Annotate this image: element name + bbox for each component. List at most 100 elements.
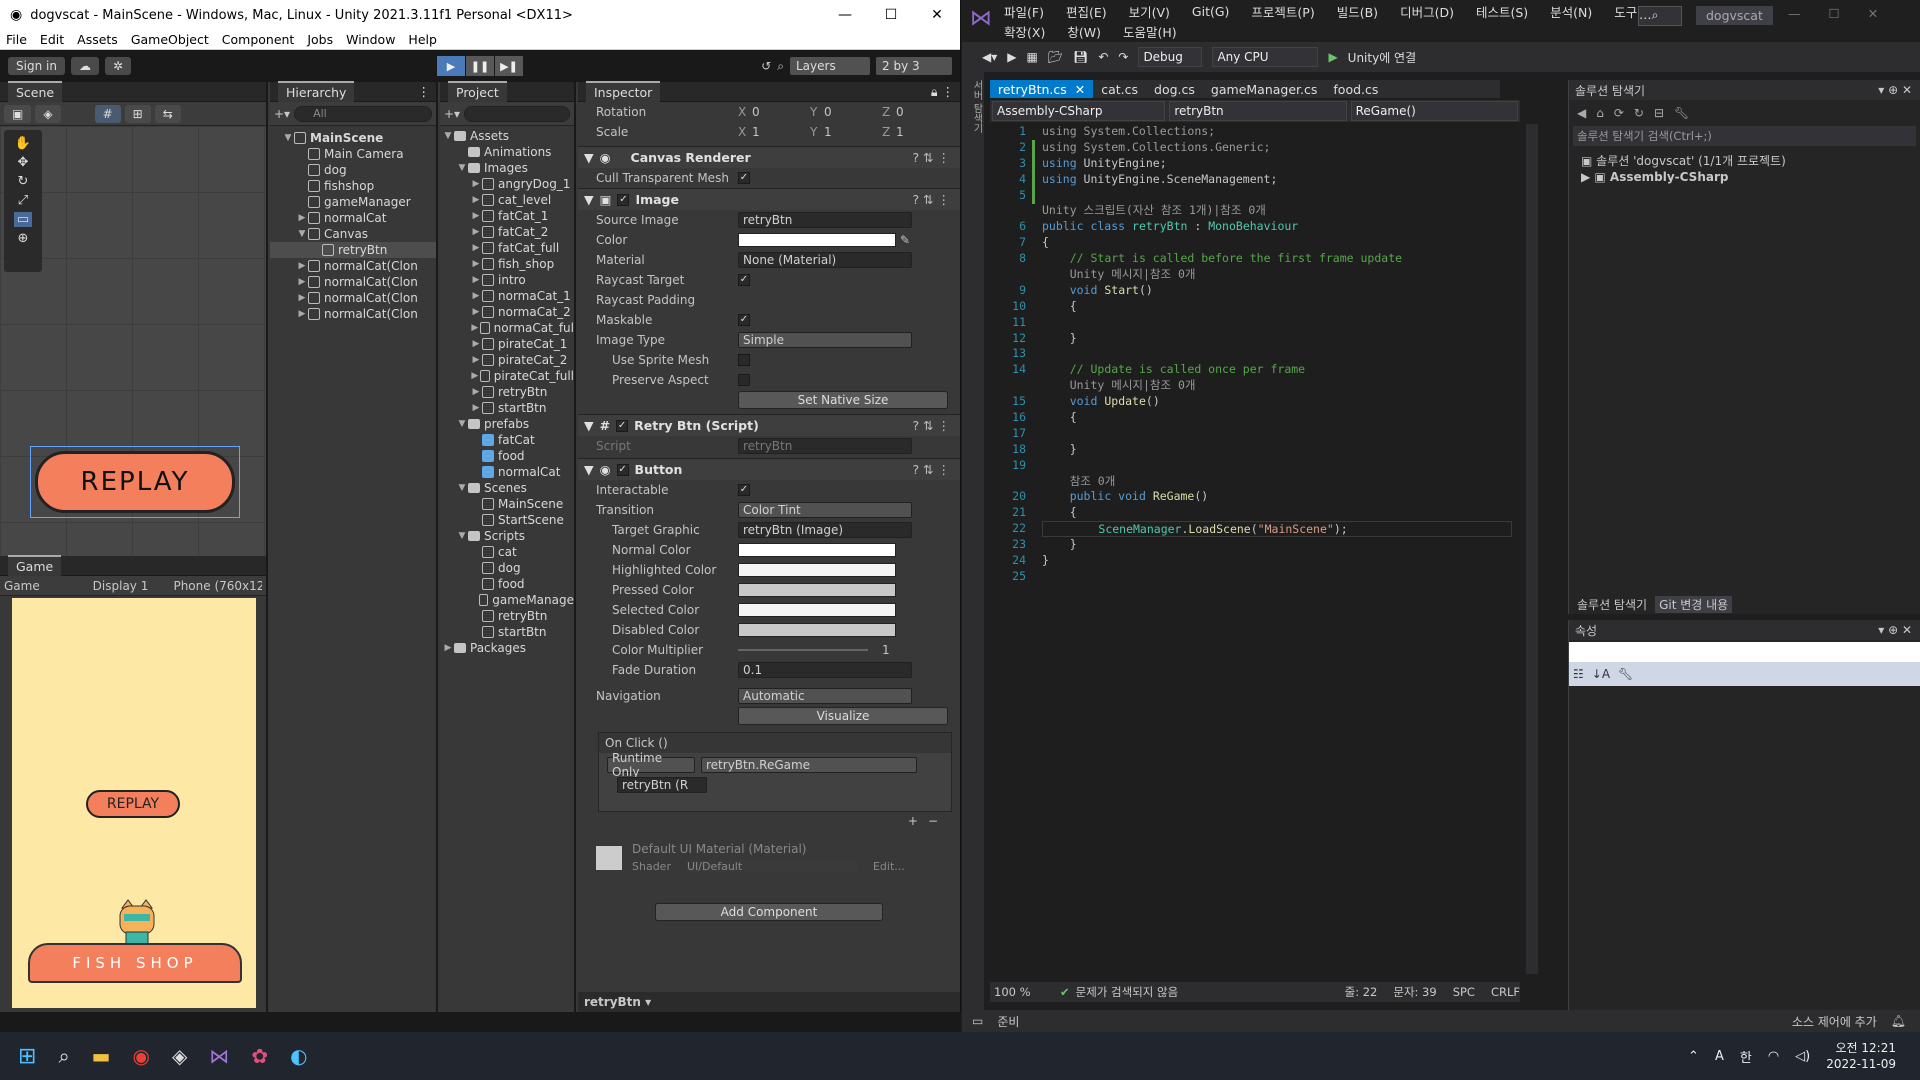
hierarchy-item[interactable]: gameManager	[270, 194, 436, 210]
lock-icon[interactable]: 🔒︎ ⋮	[931, 84, 960, 100]
chrome-icon[interactable]: ◉	[133, 1044, 150, 1068]
vs-menu-item[interactable]: 프로젝트(P)	[1251, 2, 1314, 21]
rotate-tool-icon[interactable]: ↻	[18, 174, 29, 189]
project-item[interactable]: startBtn	[440, 624, 574, 640]
menu-help[interactable]: Help	[408, 32, 437, 47]
menu-jobs[interactable]: Jobs	[307, 32, 333, 47]
expand-arrow-icon[interactable]: ▶	[442, 643, 454, 653]
project-item[interactable]: food	[440, 576, 574, 592]
cloud-icon[interactable]: ☁	[70, 57, 99, 75]
home-icon[interactable]: ⌂	[1596, 106, 1604, 120]
zoom-level[interactable]: 100 %	[994, 985, 1044, 999]
snap-icon[interactable]: ⊞	[124, 104, 151, 123]
tab-project[interactable]: Project	[448, 81, 507, 102]
ime-mode[interactable]: 한	[1740, 1047, 1752, 1066]
add-event-button[interactable]: +	[908, 814, 918, 828]
eyedropper-icon[interactable]: ✎	[900, 233, 910, 247]
volume-icon[interactable]: ◁)	[1795, 1049, 1810, 1064]
play-button[interactable]: ▶	[437, 56, 465, 76]
line-ending[interactable]: CRLF	[1491, 985, 1520, 999]
fade-duration-field[interactable]: 0.1	[738, 662, 912, 678]
project-item[interactable]: ▶ retryBtn	[440, 384, 574, 400]
project-item[interactable]: ▶ fatCat_full	[440, 240, 574, 256]
move-tool-icon[interactable]: ✥	[18, 155, 29, 170]
transform-tool-icon[interactable]: ⊕	[18, 231, 29, 246]
expand-arrow-icon[interactable]: ▶	[470, 403, 482, 413]
wifi-icon[interactable]: ◠	[1768, 1049, 1779, 1064]
expand-arrow-icon[interactable]: ▶	[296, 277, 308, 287]
project-item[interactable]: ▶ fatCat_2	[440, 224, 574, 240]
platform-dropdown[interactable]: Any CPU	[1212, 47, 1319, 67]
image-enabled-checkbox[interactable]: ✓	[617, 193, 630, 206]
project-item[interactable]: ▶ normaCat_2	[440, 304, 574, 320]
expand-arrow-icon[interactable]: ▶	[470, 243, 482, 253]
doc-tab[interactable]: cat.cs	[1093, 80, 1146, 98]
onclick-object-field[interactable]: retryBtn (R	[617, 777, 707, 793]
expand-arrow-icon[interactable]: ▶	[470, 291, 482, 301]
search-icon[interactable]: ⌕	[777, 59, 784, 74]
hierarchy-item[interactable]: ▶ normalCat(Clon	[270, 306, 436, 322]
tray-chevron-icon[interactable]: ⌃	[1688, 1049, 1699, 1064]
rotation-y[interactable]: 0	[824, 105, 882, 119]
vs-menu-item[interactable]: Git(G)	[1192, 4, 1230, 19]
class-nav-dropdown[interactable]: retryBtn	[1169, 101, 1347, 121]
expand-arrow-icon[interactable]: ▶	[470, 195, 482, 205]
solution-root[interactable]: ▣ 솔루션 'dogvscat' (1/1개 프로젝트)	[1581, 152, 1920, 170]
project-item[interactable]: ▶ intro	[440, 272, 574, 288]
project-item[interactable]: ▶ startBtn	[440, 400, 574, 416]
undo-icon[interactable]: ↶	[1098, 50, 1108, 64]
add-component-button[interactable]: Add Component	[655, 903, 883, 921]
image-header[interactable]: ▼ ▣ ✓ Image? ⇅ ⋮	[578, 188, 960, 210]
expand-arrow-icon[interactable]: ▼	[456, 531, 468, 541]
source-image-field[interactable]: retryBtn	[738, 212, 912, 228]
create-asset-icon[interactable]: +▾	[444, 107, 460, 121]
project-item[interactable]: ▶ Packages	[440, 640, 574, 656]
selection-rect[interactable]: REPLAY	[30, 446, 240, 518]
cull-checkbox[interactable]: ✓	[738, 172, 750, 184]
expand-arrow-icon[interactable]: ▶	[296, 261, 308, 271]
doc-tab[interactable]: gameManager.cs	[1203, 80, 1325, 98]
run-icon[interactable]: ▶	[1328, 50, 1337, 64]
tab-game[interactable]: Game	[8, 555, 62, 576]
menu-component[interactable]: Component	[222, 32, 295, 47]
game-viewport[interactable]: REPLAY FISH SHOP	[12, 598, 256, 1008]
project-search[interactable]	[464, 105, 570, 122]
expand-arrow-icon[interactable]: ▶	[470, 227, 482, 237]
scale-x[interactable]: 1	[752, 125, 810, 139]
discord-icon[interactable]: ✿	[251, 1044, 268, 1068]
search-taskbar-icon[interactable]: ⌕	[58, 1044, 69, 1068]
open-icon[interactable]: 📂︎	[1048, 50, 1063, 64]
maskable-checkbox[interactable]: ✓	[738, 314, 750, 326]
expand-arrow-icon[interactable]: ▶	[296, 309, 308, 319]
sync-icon[interactable]: ⟳	[1614, 106, 1624, 120]
tab-inspector[interactable]: Inspector	[586, 81, 661, 102]
multiplier-value[interactable]: 1	[882, 643, 890, 657]
expand-arrow-icon[interactable]: ▶	[470, 307, 482, 317]
vs-search-box[interactable]: …⌕	[1638, 6, 1682, 26]
canvas-renderer-header[interactable]: ▼ ◉ Canvas Renderer? ⇅ ⋮	[578, 146, 960, 168]
project-item[interactable]: ▶ normaCat_1	[440, 288, 574, 304]
project-item[interactable]: ▶ angryDog_1	[440, 176, 574, 192]
scene-viewport[interactable]: ✋ ✥ ↻ ⤢ ▭ ⊕ REPLAY	[0, 126, 266, 556]
forward-icon[interactable]: ▶	[1007, 50, 1016, 64]
highlighted-color-swatch[interactable]	[738, 563, 896, 577]
game-display-dropdown[interactable]: Game	[4, 579, 85, 593]
project-item[interactable]: ▼ Images	[440, 160, 574, 176]
config-dropdown[interactable]: Debug	[1138, 47, 1203, 67]
unity-hub-icon[interactable]: ◈	[172, 1044, 187, 1068]
indent-mode[interactable]: SPC	[1453, 985, 1475, 999]
project-item[interactable]: gameManage	[440, 592, 574, 608]
new-project-icon[interactable]: ▦	[1027, 50, 1038, 64]
edge-icon[interactable]: ◐	[290, 1044, 307, 1068]
aspect-checkbox[interactable]	[738, 374, 750, 386]
project-item[interactable]: ▶ normaCat_ful	[440, 320, 574, 336]
vs-window-controls[interactable]: —☐✕	[1788, 6, 1906, 21]
grid-icon[interactable]: #	[94, 104, 121, 123]
project-item[interactable]: fatCat	[440, 432, 574, 448]
server-explorer-strip[interactable]: 서버 탐색기	[962, 72, 984, 1032]
project-item[interactable]: ▶ pirateCat_1	[440, 336, 574, 352]
image-type-dropdown[interactable]: Simple	[738, 332, 912, 348]
start-icon[interactable]: ⊞	[18, 1044, 36, 1069]
color-swatch[interactable]	[738, 233, 896, 247]
render-icon[interactable]: ◈	[35, 104, 61, 123]
